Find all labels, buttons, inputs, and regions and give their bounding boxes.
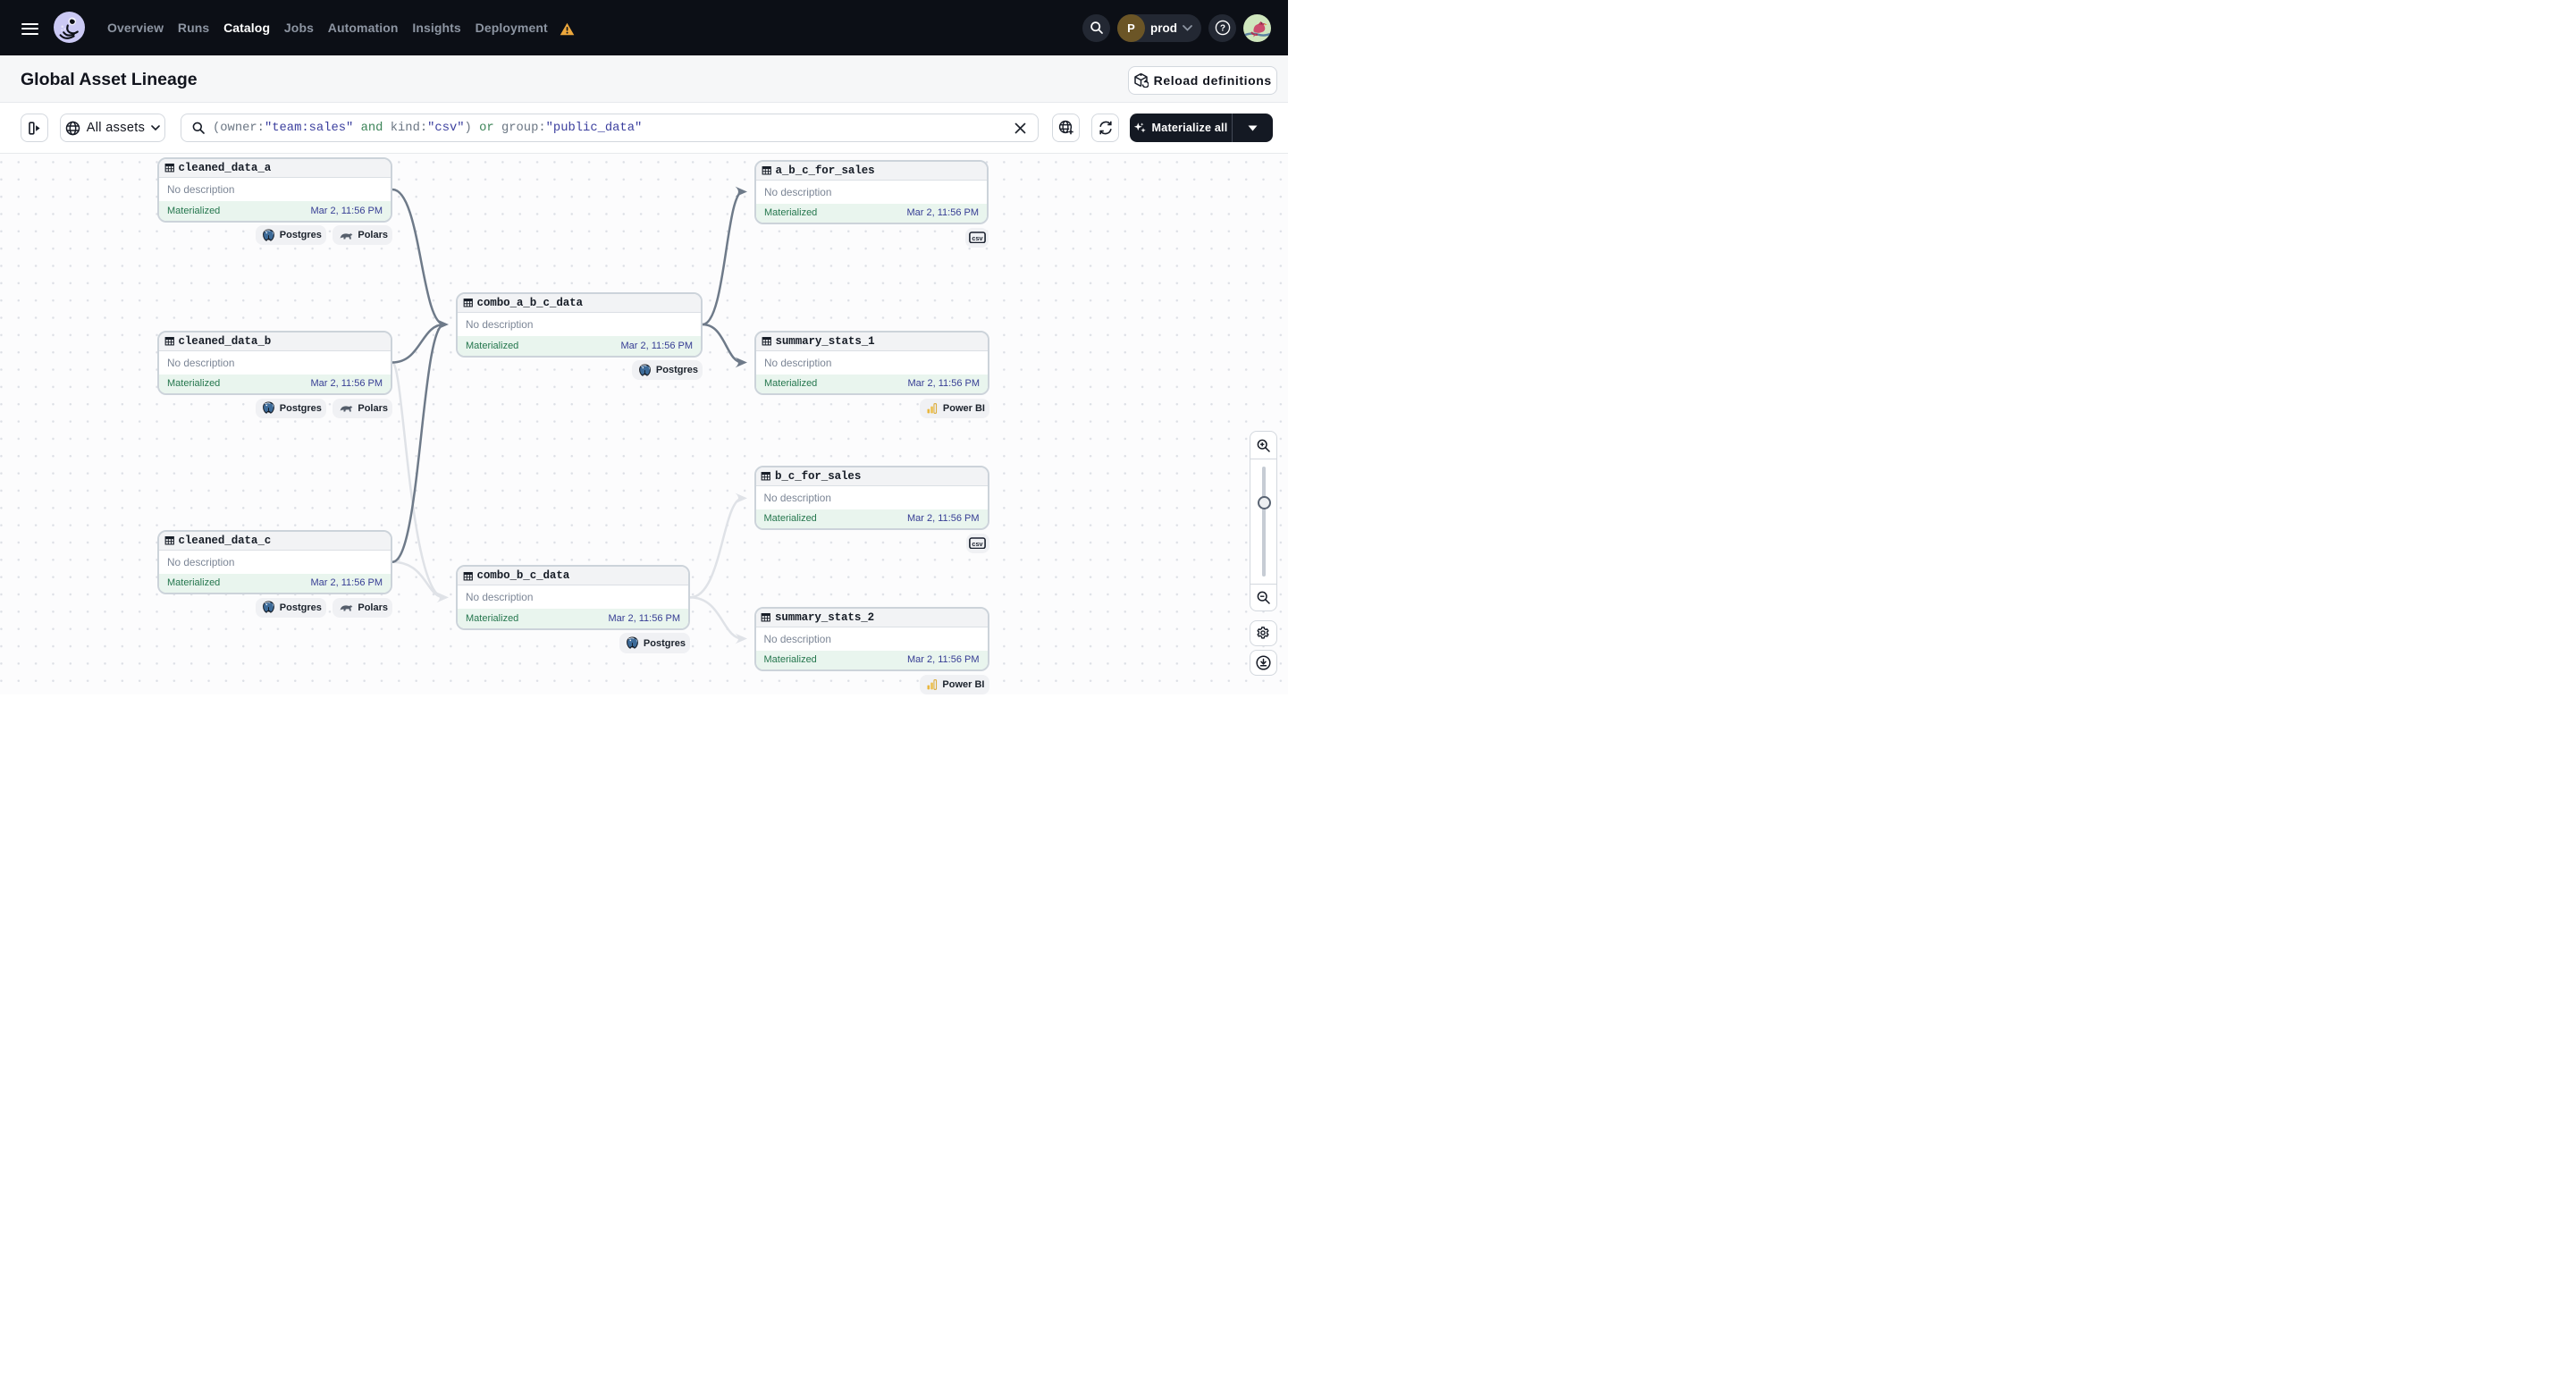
svg-text:csv: csv: [972, 234, 983, 242]
svg-text:csv: csv: [972, 540, 983, 548]
svg-text:?: ?: [1219, 24, 1225, 34]
